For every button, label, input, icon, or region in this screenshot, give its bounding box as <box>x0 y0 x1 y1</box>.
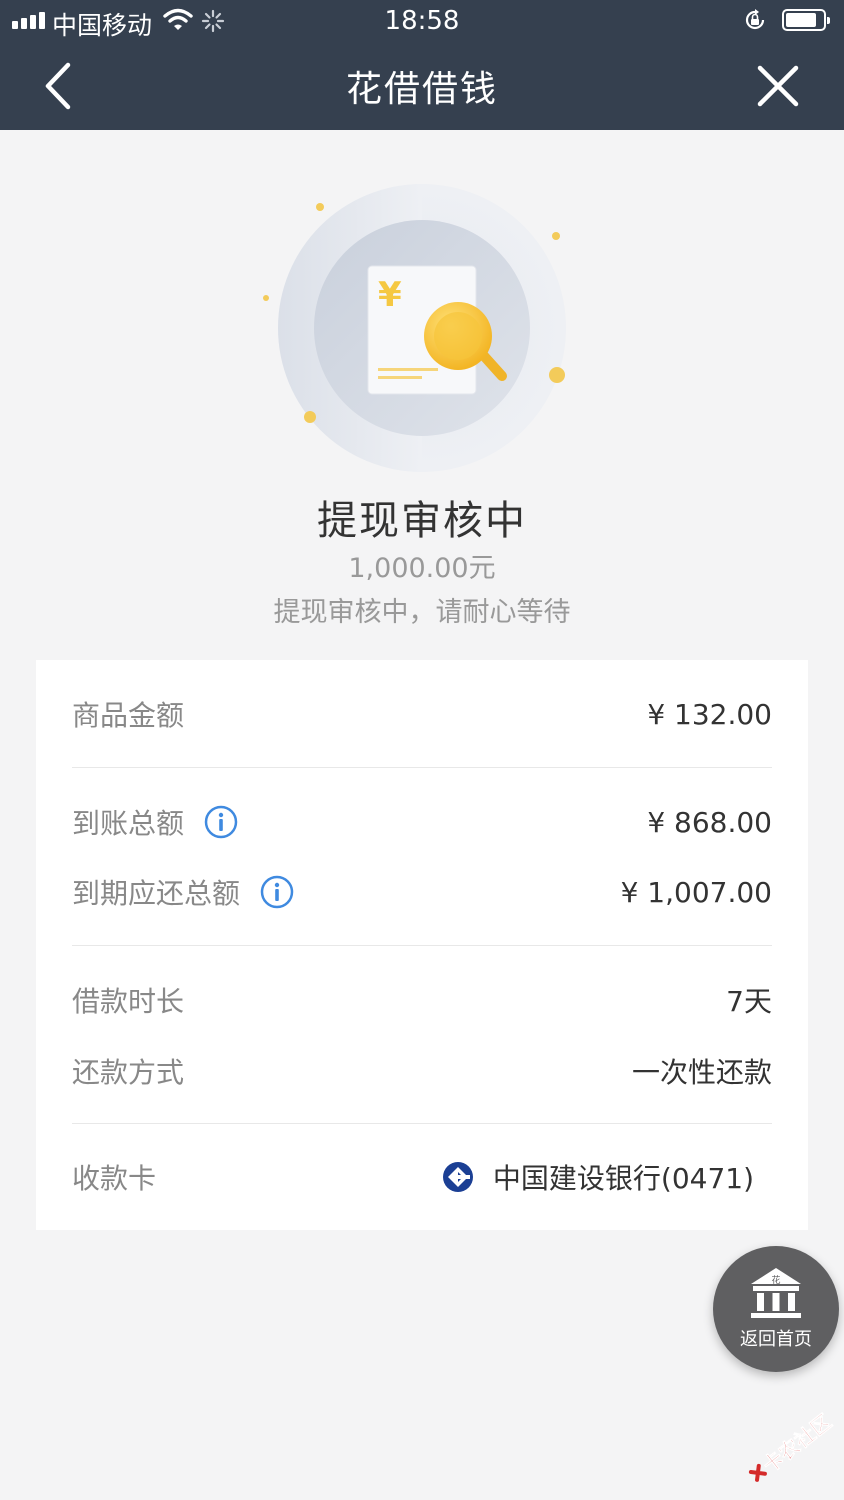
divider <box>72 945 772 946</box>
receiving-card-value-group: 中国建设银行(0471) <box>441 1157 772 1197</box>
close-icon <box>757 65 799 107</box>
receiving-card-row[interactable]: 收款卡 中国建设银行(0471) <box>72 1147 772 1207</box>
goods-amount-value: ¥ 132.00 <box>647 697 772 731</box>
bank-building-icon: 花 <box>751 1268 801 1318</box>
info-icon[interactable] <box>260 875 294 909</box>
community-watermark: 卡农社区 <box>748 1409 836 1482</box>
home-icon-char: 花 <box>771 1274 780 1286</box>
review-pending-illustration: ¥ <box>263 184 566 472</box>
ccb-bank-icon <box>442 1162 473 1192</box>
close-button[interactable] <box>754 62 802 110</box>
due-total-value: ¥ 1,007.00 <box>620 875 772 909</box>
goods-amount-row: 商品金额 ¥ 132.00 <box>72 684 772 744</box>
due-total-label: 到期应还总额 <box>72 877 241 910</box>
status-description: 提现审核中，请耐心等待 <box>273 597 571 628</box>
return-home-button[interactable]: 花 返回首页 <box>713 1246 839 1372</box>
due-total-row: 到期应还总额 ¥ 1,007.00 <box>72 862 772 922</box>
return-home-label: 返回首页 <box>740 1329 812 1350</box>
repay-method-value: 一次性还款 <box>631 1056 772 1089</box>
top-bar: 中国移动 18:58 花借借钱 <box>0 0 844 130</box>
status-time: 18:58 <box>384 6 460 36</box>
loan-term-label: 借款时长 <box>72 985 185 1018</box>
rotation-lock-icon <box>745 9 765 30</box>
receiving-card-value: 中国建设银行(0471) <box>492 1162 754 1195</box>
goods-amount-label: 商品金额 <box>72 699 185 732</box>
received-total-value: ¥ 868.00 <box>647 805 772 839</box>
info-icon[interactable] <box>204 805 238 839</box>
status-title: 提现审核中 <box>317 498 527 544</box>
page-title: 花借借钱 <box>345 69 498 110</box>
loan-detail-card: 商品金额 ¥ 132.00 到账总额 ¥ 868.00 到期应还总额 ¥ 1,0… <box>36 660 808 1230</box>
svg-text:¥: ¥ <box>378 275 402 315</box>
status-bar: 中国移动 18:58 <box>0 0 844 44</box>
due-total-label-group: 到期应还总额 <box>72 872 294 912</box>
received-total-row: 到账总额 ¥ 868.00 <box>72 792 772 852</box>
divider <box>72 1123 772 1124</box>
loan-term-value: 7天 <box>726 985 772 1018</box>
repay-method-label: 还款方式 <box>72 1056 185 1089</box>
watermark-text: 卡农社区 <box>758 1409 836 1477</box>
divider <box>72 767 772 768</box>
battery-icon <box>782 9 830 31</box>
repay-method-row: 还款方式 一次性还款 <box>72 1041 772 1101</box>
receiving-card-label: 收款卡 <box>72 1162 157 1195</box>
loan-term-row: 借款时长 7天 <box>72 970 772 1030</box>
received-total-label: 到账总额 <box>72 807 185 840</box>
status-amount: 1,000.00元 <box>348 553 496 584</box>
received-total-label-group: 到账总额 <box>72 802 238 842</box>
